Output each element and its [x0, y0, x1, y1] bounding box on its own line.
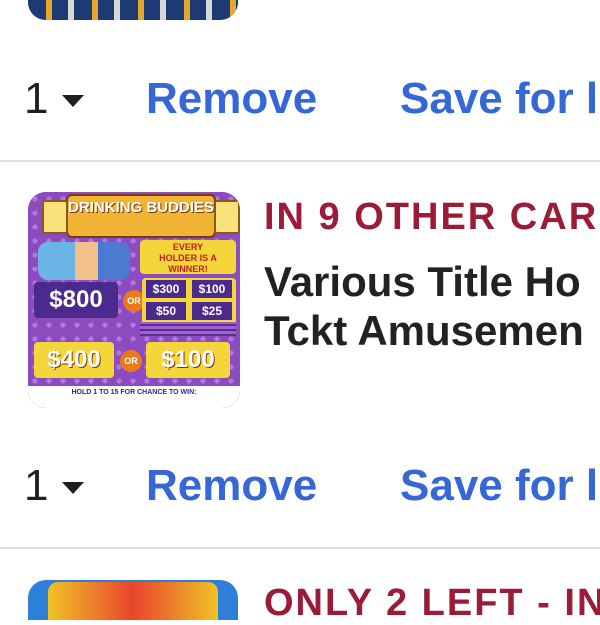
ticket-header: DRINKING BUDDIES	[66, 194, 216, 238]
item-title-line-1[interactable]: Various Title Ho	[264, 257, 581, 306]
prize-400: $400	[34, 342, 114, 378]
thumbnail-pattern	[28, 0, 238, 20]
item-thumbnail-top[interactable]	[28, 0, 238, 20]
quantity-select[interactable]: 1	[24, 74, 85, 124]
prize-800: $800	[34, 282, 118, 318]
holder-banner: EVERY HOLDER IS A WINNER!	[140, 240, 236, 274]
item-thumbnail-bottom[interactable]	[28, 580, 238, 620]
quantity-value: 1	[24, 74, 49, 123]
or-badge-2: OR	[120, 350, 142, 372]
chevron-down-icon	[62, 482, 85, 494]
save-for-later-button[interactable]: Save for l	[400, 461, 598, 511]
remove-button[interactable]: Remove	[146, 74, 317, 124]
availability-notice: IN 9 OTHER CAR	[264, 196, 599, 238]
fine-print	[140, 322, 236, 336]
prize-300: $300	[146, 280, 186, 298]
divider	[0, 160, 600, 162]
divider	[0, 547, 600, 549]
save-for-later-button[interactable]: Save for l	[400, 74, 598, 124]
mug-left	[42, 200, 68, 234]
ticket-footer: HOLD 1 TO 15 FOR CHANCE TO WIN:	[28, 386, 240, 408]
availability-notice: ONLY 2 LEFT - IN	[264, 582, 600, 624]
chevron-down-icon	[62, 95, 85, 107]
mug-right	[214, 200, 240, 234]
prize-100-small: $100	[192, 280, 232, 298]
item-thumbnail[interactable]: DRINKING BUDDIES EVERY HOLDER IS A WINNE…	[28, 192, 240, 408]
thumbnail-pattern	[48, 582, 218, 620]
prize-25: $25	[192, 302, 232, 320]
item-title-line-2[interactable]: Tckt Amusemen	[264, 306, 584, 355]
prize-grid: $300 $100 $50 $25	[142, 278, 236, 328]
quantity-value: 1	[24, 461, 49, 510]
character-illustration	[38, 242, 130, 280]
remove-button[interactable]: Remove	[146, 461, 317, 511]
prize-50: $50	[146, 302, 186, 320]
quantity-select[interactable]: 1	[24, 461, 85, 511]
prize-100-big: $100	[146, 342, 230, 378]
